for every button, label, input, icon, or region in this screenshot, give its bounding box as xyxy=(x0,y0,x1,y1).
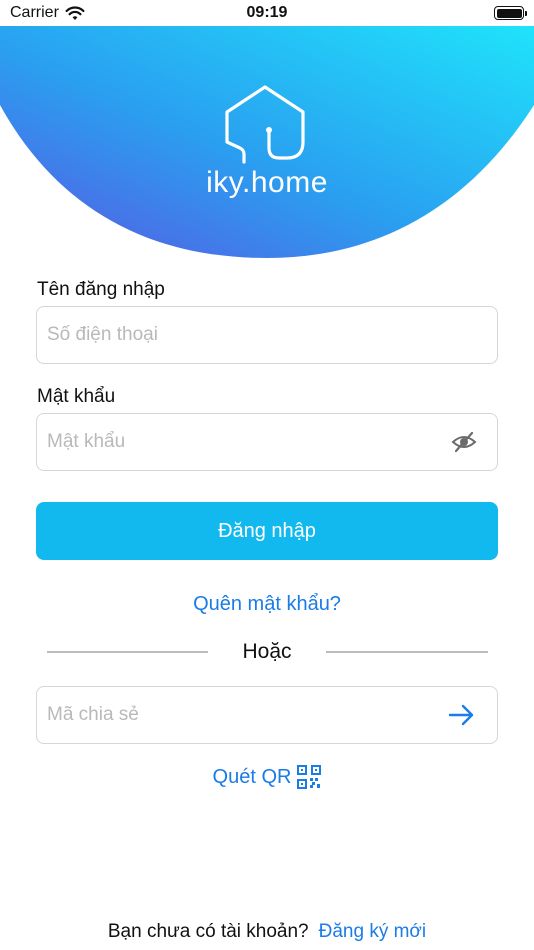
battery-icon xyxy=(494,6,527,20)
scan-qr-link[interactable]: Quét QR xyxy=(0,765,534,789)
divider-line-right xyxy=(326,651,488,653)
battery-level xyxy=(496,8,522,18)
arrow-right-icon[interactable] xyxy=(447,703,475,727)
status-bar: Carrier 09:19 xyxy=(0,0,534,26)
username-label: Tên đăng nhập xyxy=(37,279,165,300)
share-code-input[interactable] xyxy=(47,687,427,743)
username-field-container xyxy=(36,306,498,364)
password-label: Mật khẩu xyxy=(37,386,116,407)
no-account-prompt: Bạn chưa có tài khoản? xyxy=(107,921,309,942)
password-input[interactable] xyxy=(47,414,427,470)
forgot-password-link[interactable]: Quên mật khẩu? xyxy=(0,593,534,616)
scan-qr-label: Quét QR xyxy=(212,765,292,788)
share-code-field-container xyxy=(36,686,498,744)
brand-logo-text: iky.home xyxy=(206,166,328,199)
username-input[interactable] xyxy=(47,307,427,363)
footer: Bạn chưa có tài khoản? Đăng ký mới xyxy=(0,921,534,943)
status-time: 09:19 xyxy=(246,4,288,21)
qr-code-icon xyxy=(297,765,322,789)
house-plug-icon xyxy=(225,85,305,164)
login-screen: Carrier 09:19 iky.home Tên đăng nhập Mật… xyxy=(0,0,534,950)
login-button[interactable]: Đăng nhập xyxy=(36,502,498,560)
register-link[interactable]: Đăng ký mới xyxy=(319,921,427,943)
password-field-container xyxy=(36,413,498,471)
eye-slash-icon[interactable] xyxy=(451,431,477,453)
